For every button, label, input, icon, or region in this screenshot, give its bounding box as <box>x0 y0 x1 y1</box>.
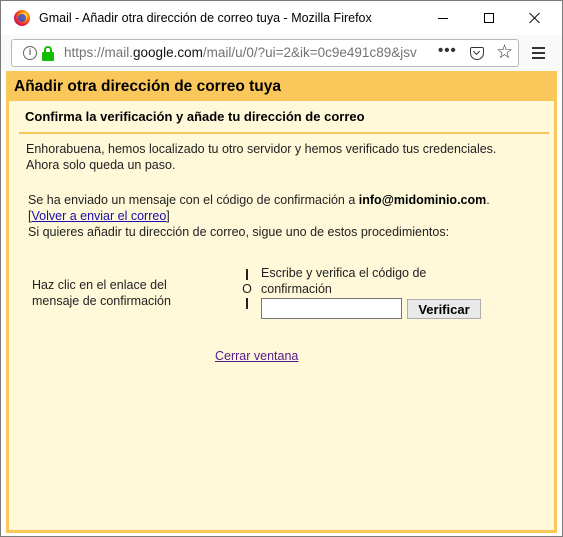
bracket-close: ] <box>166 209 170 223</box>
hamburger-menu-icon[interactable] <box>532 47 546 59</box>
content-panel: Confirma la verificación y añade tu dire… <box>9 101 554 530</box>
close-button[interactable] <box>512 1 558 35</box>
minimize-icon <box>438 17 448 19</box>
url-suffix: /mail/u/0/?ui=2&ik=0c9e491c89&jsv <box>202 45 417 60</box>
sent-email: info@midominio.com <box>358 193 487 207</box>
pocket-icon[interactable] <box>470 47 484 60</box>
sent-suffix: . <box>486 193 490 207</box>
url-prefix: https://mail. <box>64 45 134 60</box>
firefox-icon <box>14 10 30 26</box>
url-host: google.com <box>133 45 203 60</box>
instructions-text: Si quieres añadir tu dirección de correo… <box>28 225 450 239</box>
window-title: Gmail - Añadir otra dirección de correo … <box>39 11 372 25</box>
browser-window: Gmail - Añadir otra dirección de correo … <box>0 0 563 537</box>
title-bar: Gmail - Añadir otra dirección de correo … <box>1 1 562 35</box>
sent-message: Se ha enviado un mensaje con el código d… <box>28 192 490 208</box>
verify-button[interactable]: Verificar <box>407 299 481 319</box>
navigation-toolbar: i https://mail.google.com/mail/u/0/?ui=2… <box>1 35 562 71</box>
confirmation-code-input[interactable] <box>261 298 402 319</box>
url-text[interactable]: https://mail.google.com/mail/u/0/?ui=2&i… <box>64 45 432 60</box>
or-label: O <box>242 282 252 296</box>
divider <box>19 132 549 134</box>
sent-prefix: Se ha enviado un mensaje con el código d… <box>28 193 359 207</box>
option-enter-code: Escribe y verifica el código de confirma… <box>261 266 427 296</box>
close-window-link[interactable]: Cerrar ventana <box>215 349 298 363</box>
close-icon <box>529 12 541 24</box>
bookmark-star-icon[interactable]: ☆ <box>496 41 513 64</box>
resend-email-link[interactable]: Volver a enviar el correo <box>31 209 166 223</box>
page-content: Añadir otra dirección de correo tuya Con… <box>6 71 557 533</box>
lock-icon[interactable] <box>42 46 54 61</box>
maximize-button[interactable] <box>466 1 512 35</box>
or-separator: O <box>241 269 253 311</box>
panel-subtitle: Confirma la verificación y añade tu dire… <box>25 109 365 124</box>
maximize-icon <box>484 13 494 23</box>
resend-line: [Volver a enviar el correo] <box>28 208 170 224</box>
url-bar[interactable]: i https://mail.google.com/mail/u/0/?ui=2… <box>11 39 519 67</box>
intro-text: Enhorabuena, hemos localizado tu otro se… <box>26 142 497 172</box>
page-actions-icon[interactable]: ••• <box>438 42 457 59</box>
option-click-link: Haz clic en el enlace del mensaje de con… <box>32 278 171 308</box>
info-icon[interactable]: i <box>23 46 37 60</box>
minimize-button[interactable] <box>420 1 466 35</box>
page-title: Añadir otra dirección de correo tuya <box>14 78 282 95</box>
